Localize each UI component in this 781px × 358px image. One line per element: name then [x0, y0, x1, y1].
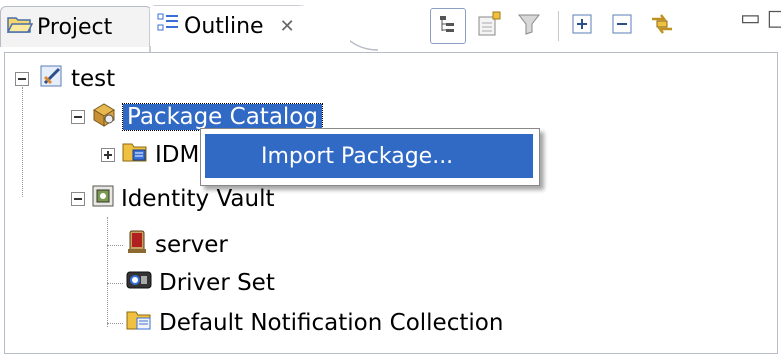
tree-label: server: [155, 232, 228, 258]
folder-icon: [6, 14, 34, 40]
expand-all-button[interactable]: [565, 9, 599, 43]
close-icon[interactable]: ✕: [280, 16, 295, 37]
outline-icon: [156, 11, 180, 41]
tree-label-selected: Package Catalog: [122, 103, 323, 131]
context-menu: Import Package...: [200, 128, 540, 186]
tab-outline-label: Outline: [184, 13, 264, 39]
tree-label: Default Notification Collection: [159, 310, 504, 336]
tree-connector: [107, 217, 108, 327]
view-tab-bar: Project Outline ✕ ▭: [0, 0, 781, 54]
tree-connector: [107, 245, 123, 246]
minimize-icon[interactable]: ▭: [740, 6, 767, 31]
tree-item-idm[interactable]: IDM: [101, 137, 199, 173]
view-toolbar: [430, 8, 685, 44]
hierarchy-icon: [438, 14, 458, 38]
tree-item-default-notification-collection[interactable]: Default Notification Collection: [125, 305, 503, 341]
tree-label: IDM: [155, 142, 200, 168]
package-catalog-icon: [91, 101, 117, 133]
outline-tree-panel: test Package Catalog IDM Identity Vault …: [4, 52, 778, 354]
collapse-all-icon: [611, 13, 633, 39]
maximize-icon[interactable]: □: [767, 6, 781, 31]
identity-vault-icon: [91, 184, 115, 214]
expand-toggle[interactable]: [101, 148, 115, 162]
new-document-icon: [476, 11, 502, 41]
collapse-toggle[interactable]: [71, 192, 85, 206]
tree-item-driver-set[interactable]: Driver Set: [125, 265, 275, 301]
hierarchy-button[interactable]: [430, 8, 466, 44]
filter-button[interactable]: [512, 9, 546, 43]
tab-outline[interactable]: Outline ✕: [150, 6, 350, 46]
notification-collection-icon: [125, 307, 153, 339]
tree-item-server[interactable]: server: [125, 227, 228, 263]
tree-connector: [107, 323, 123, 324]
collapse-toggle[interactable]: [71, 110, 85, 124]
sync-arrows-icon: [649, 11, 675, 41]
package-folder-icon: [121, 139, 149, 171]
project-icon: [39, 63, 65, 95]
tree-label: test: [71, 66, 116, 92]
toolbar-separator: [558, 11, 559, 41]
filter-icon: [517, 12, 541, 40]
tree-connector: [22, 87, 23, 197]
expand-all-icon: [571, 13, 593, 39]
tab-project-label: Project: [37, 14, 113, 40]
tree-connector: [107, 283, 123, 284]
tree-item-test[interactable]: test: [15, 61, 115, 97]
server-icon: [125, 229, 149, 261]
collapse-all-button[interactable]: [605, 9, 639, 43]
import-package-menu-item[interactable]: Import Package...: [205, 134, 533, 178]
tree-label: Identity Vault: [121, 186, 275, 212]
window-controls: ▭□: [740, 6, 781, 31]
collapse-toggle[interactable]: [15, 72, 29, 86]
driver-set-icon: [125, 267, 153, 299]
tree-label: Driver Set: [159, 270, 275, 296]
link-with-editor-button[interactable]: [645, 9, 679, 43]
tree-item-identity-vault[interactable]: Identity Vault: [71, 181, 275, 217]
new-item-button[interactable]: [472, 9, 506, 43]
tab-project[interactable]: Project: [0, 6, 152, 47]
